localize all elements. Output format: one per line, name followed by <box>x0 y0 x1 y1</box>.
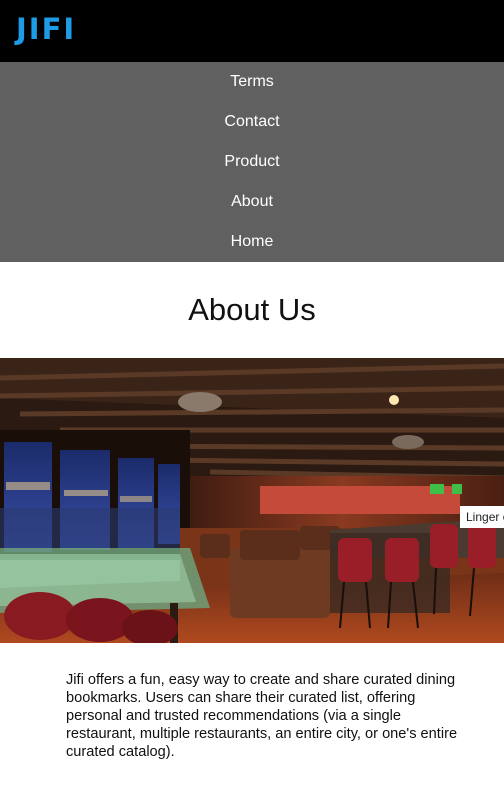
nav-item-home: Home <box>0 222 504 262</box>
nav-item-about: About <box>0 182 504 222</box>
hero-caption: Linger on <box>460 506 504 528</box>
nav-link-home[interactable]: Home <box>231 233 274 251</box>
nav-link-about[interactable]: About <box>231 193 273 211</box>
nav-link-contact[interactable]: Contact <box>224 113 279 131</box>
about-paragraph: Jifi offers a fun, easy way to create an… <box>66 672 458 760</box>
restaurant-hero-image: Linger on <box>0 358 504 643</box>
main-nav: Terms Contact Product About Home <box>0 62 504 262</box>
nav-link-terms[interactable]: Terms <box>230 73 274 91</box>
nav-item-terms: Terms <box>0 62 504 102</box>
site-header: JIFI <box>0 0 504 62</box>
nav-item-product: Product <box>0 142 504 182</box>
nav-item-contact: Contact <box>0 102 504 142</box>
page-title: About Us <box>188 292 316 327</box>
restaurant-interior-illustration <box>0 358 504 643</box>
jifi-logo[interactable]: JIFI <box>16 12 76 46</box>
nav-link-product[interactable]: Product <box>224 153 279 171</box>
